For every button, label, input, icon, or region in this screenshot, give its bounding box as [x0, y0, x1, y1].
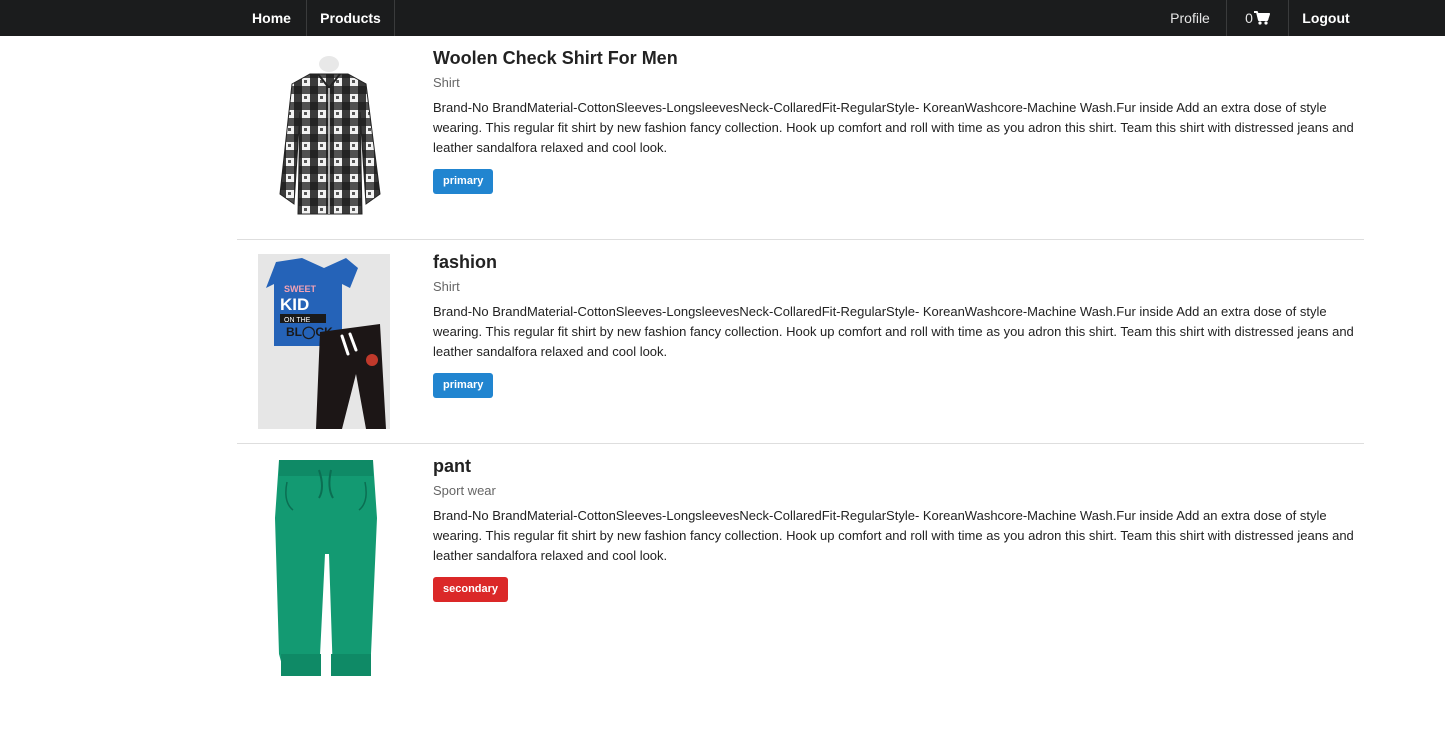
- product-description: Brand-No BrandMaterial-CottonSleeves-Lon…: [433, 100, 1354, 155]
- nav-cart-button[interactable]: 0: [1227, 0, 1288, 36]
- product-category: Shirt: [433, 279, 460, 294]
- nav-profile-link[interactable]: Profile: [1154, 0, 1226, 36]
- product-item: SWEET KID ON THE BL◯CK fashion Shirt Bra…: [237, 250, 1364, 440]
- product-title[interactable]: Woolen Check Shirt For Men: [433, 46, 1363, 70]
- nav-products-link[interactable]: Products: [307, 0, 394, 36]
- item-divider: [237, 239, 1364, 240]
- product-item: Woolen Check Shirt For Men Shirt Brand-N…: [237, 46, 1364, 236]
- product-content: pant Sport wear Brand-No BrandMaterial-C…: [433, 454, 1363, 602]
- product-label[interactable]: primary: [433, 373, 494, 398]
- svg-text:ON THE: ON THE: [284, 317, 311, 324]
- cart-count: 0: [1245, 10, 1253, 26]
- product-content: fashion Shirt Brand-No BrandMaterial-Cot…: [433, 250, 1363, 398]
- kids-outfit-image: SWEET KID ON THE BL◯CK: [258, 254, 390, 429]
- shopping-cart-icon: [1253, 11, 1270, 25]
- nav-home-link[interactable]: Home: [237, 0, 306, 36]
- product-description: Brand-No BrandMaterial-CottonSleeves-Lon…: [433, 508, 1354, 563]
- product-label[interactable]: primary: [433, 169, 494, 194]
- item-divider: [237, 443, 1364, 444]
- nav-logout-link[interactable]: Logout: [1289, 0, 1363, 36]
- product-label[interactable]: secondary: [433, 577, 509, 602]
- svg-text:KID: KID: [280, 295, 309, 314]
- green-pants-image: [275, 460, 377, 676]
- product-item: pant Sport wear Brand-No BrandMaterial-C…: [237, 454, 1364, 684]
- svg-text:SWEET: SWEET: [284, 284, 317, 294]
- product-description: Brand-No BrandMaterial-CottonSleeves-Lon…: [433, 304, 1354, 359]
- plaid-shirt-image: [279, 56, 381, 215]
- product-category: Shirt: [433, 75, 460, 90]
- nav-divider: [394, 0, 395, 36]
- top-navbar: Home Products Profile 0 Logout: [0, 0, 1445, 36]
- product-title[interactable]: pant: [433, 454, 1363, 478]
- product-content: Woolen Check Shirt For Men Shirt Brand-N…: [433, 46, 1363, 194]
- product-title[interactable]: fashion: [433, 250, 1363, 274]
- product-category: Sport wear: [433, 483, 496, 498]
